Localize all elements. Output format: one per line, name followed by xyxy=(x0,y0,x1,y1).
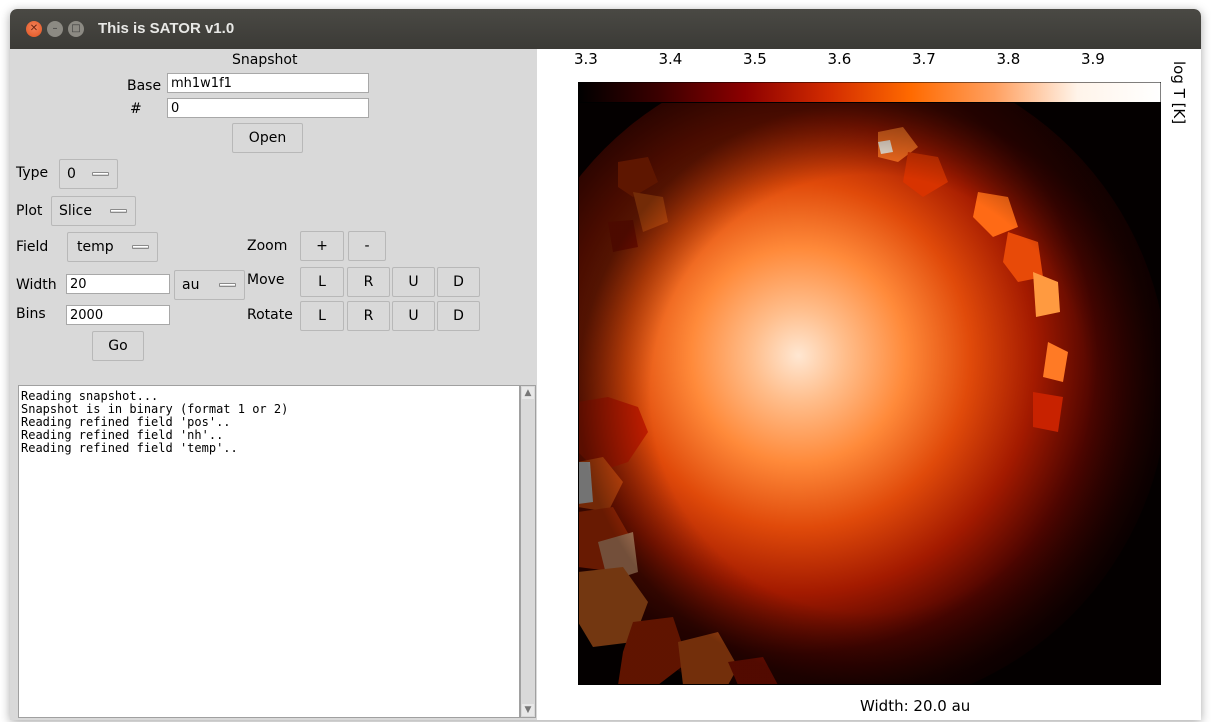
log-textarea[interactable]: Reading snapshot... Snapshot is in binary… xyxy=(18,385,520,718)
dropdown-indicator-icon xyxy=(92,172,109,176)
plot-label: Plot xyxy=(16,203,43,219)
rotate-right-button[interactable]: R xyxy=(347,301,390,331)
dropdown-indicator-icon xyxy=(110,209,127,213)
move-right-button[interactable]: R xyxy=(347,267,390,297)
app-window: ✕ – □ This is SATOR v1.0 Snapshot Base m… xyxy=(10,9,1201,720)
field-label: Field xyxy=(16,239,49,255)
width-label: Width xyxy=(16,277,57,293)
bins-label: Bins xyxy=(16,306,46,322)
type-dropdown[interactable]: 0 xyxy=(59,159,118,189)
field-dropdown[interactable]: temp xyxy=(67,232,158,262)
colorbar-label: log T [K] xyxy=(1170,61,1188,125)
colorbar-tick-label: 3.5 xyxy=(743,50,767,68)
go-button[interactable]: Go xyxy=(92,331,144,361)
move-up-button[interactable]: U xyxy=(392,267,435,297)
snapshot-number-label: # xyxy=(130,101,142,117)
temperature-slice-image[interactable] xyxy=(578,102,1161,685)
bins-input[interactable]: 2000 xyxy=(66,305,170,325)
log-scrollbar[interactable]: ▲ ▼ xyxy=(520,385,536,718)
rotate-label: Rotate xyxy=(247,307,293,323)
move-left-button[interactable]: L xyxy=(300,267,344,297)
colorbar-gradient xyxy=(578,82,1161,103)
move-label: Move xyxy=(247,272,285,288)
colorbar-tick-label: 3.7 xyxy=(912,50,936,68)
snapshot-heading: Snapshot xyxy=(232,52,298,68)
type-value: 0 xyxy=(67,166,76,182)
close-icon[interactable]: ✕ xyxy=(26,21,42,37)
type-label: Type xyxy=(16,165,49,181)
plot-width-caption: Width: 20.0 au xyxy=(860,697,971,715)
base-label: Base xyxy=(127,78,162,94)
snapshot-number-input[interactable]: 0 xyxy=(167,98,369,118)
rotate-down-button[interactable]: D xyxy=(437,301,480,331)
rotate-up-button[interactable]: U xyxy=(392,301,435,331)
colorbar-tick-label: 3.9 xyxy=(1081,50,1105,68)
colorbar-tick-label: 3.3 xyxy=(574,50,598,68)
unit-dropdown[interactable]: au xyxy=(174,270,245,300)
plot-value: Slice xyxy=(59,203,92,219)
width-input[interactable]: 20 xyxy=(66,274,170,294)
maximize-icon[interactable]: □ xyxy=(68,21,84,37)
unit-value: au xyxy=(182,277,200,293)
move-down-button[interactable]: D xyxy=(437,267,480,297)
colorbar-tick-label: 3.8 xyxy=(996,50,1021,68)
open-button[interactable]: Open xyxy=(232,123,303,153)
zoom-label: Zoom xyxy=(247,238,288,254)
plot-dropdown[interactable]: Slice xyxy=(51,196,136,226)
scroll-up-icon[interactable]: ▲ xyxy=(522,387,534,399)
title-bar: ✕ – □ This is SATOR v1.0 xyxy=(10,9,1201,49)
zoom-in-button[interactable]: + xyxy=(300,231,344,261)
zoom-out-button[interactable]: - xyxy=(348,231,386,261)
rotate-left-button[interactable]: L xyxy=(300,301,344,331)
colorbar-tick-label: 3.4 xyxy=(658,50,683,68)
minimize-icon[interactable]: – xyxy=(47,21,63,37)
field-value: temp xyxy=(77,239,114,255)
dropdown-indicator-icon xyxy=(132,245,149,249)
window-title: This is SATOR v1.0 xyxy=(98,20,235,37)
dropdown-indicator-icon xyxy=(219,283,236,287)
scroll-down-icon[interactable]: ▼ xyxy=(522,704,534,716)
colorbar-tick-label: 3.6 xyxy=(827,50,852,68)
colorbar xyxy=(578,82,1161,103)
log-line: Reading refined field 'temp'.. xyxy=(21,441,238,455)
base-input[interactable]: mh1w1f1 xyxy=(167,73,369,93)
